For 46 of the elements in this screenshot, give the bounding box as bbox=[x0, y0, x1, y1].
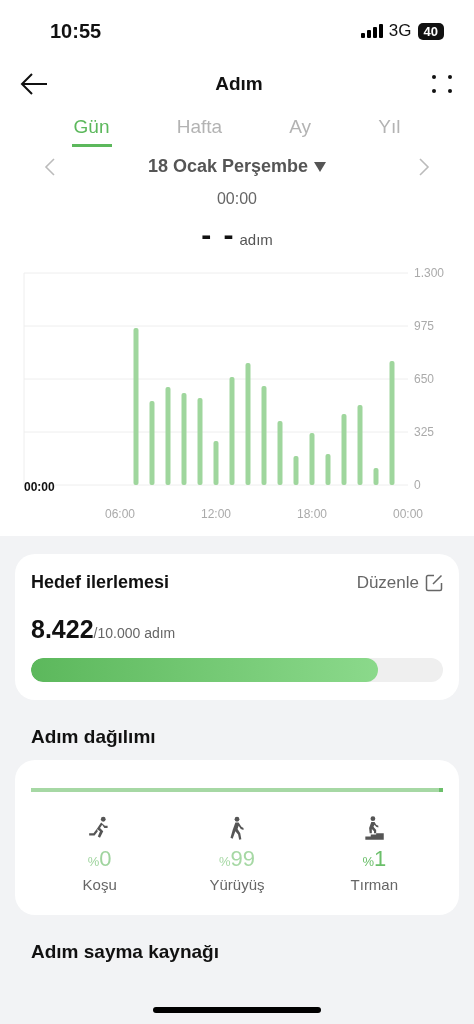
goal-target: /10.000 adım bbox=[93, 625, 176, 641]
bar bbox=[341, 414, 347, 485]
period-tab[interactable]: Gün bbox=[71, 114, 112, 147]
activity-label: Yürüyüş bbox=[209, 876, 265, 893]
bar bbox=[309, 433, 315, 485]
network-type: 3G bbox=[388, 21, 412, 41]
axis-label: 1.300 bbox=[414, 266, 445, 280]
step-unit: adım bbox=[239, 231, 273, 248]
axis-label: 12:00 bbox=[201, 507, 231, 521]
section-title: Adım dağılımı bbox=[30, 725, 157, 749]
axis-label: 650 bbox=[414, 372, 435, 386]
activity-label: Tırman bbox=[350, 876, 399, 893]
period-tab[interactable]: Yıl bbox=[376, 114, 403, 147]
section-title: Adım sayma kaynağı bbox=[30, 940, 220, 964]
signal-icon bbox=[360, 24, 383, 38]
bar bbox=[325, 454, 331, 485]
edit-icon bbox=[425, 573, 443, 592]
percentage: %0 bbox=[87, 846, 112, 872]
percentage: %99 bbox=[218, 846, 255, 872]
percentage: %1 bbox=[362, 846, 387, 872]
card-title: Hedef ilerlemesi bbox=[31, 572, 170, 593]
period-tab[interactable]: Ay bbox=[287, 114, 314, 147]
selected-time: 00:00 bbox=[215, 190, 258, 208]
axis-label: 325 bbox=[414, 425, 435, 439]
status-time: 10:55 bbox=[50, 19, 103, 43]
axis-label: 06:00 bbox=[105, 507, 135, 521]
page-title: Adım bbox=[214, 73, 264, 95]
activity-label: Koşu bbox=[82, 876, 117, 893]
back-button[interactable] bbox=[20, 72, 48, 96]
step-value: - - bbox=[201, 218, 236, 252]
axis-label: 975 bbox=[414, 319, 435, 333]
bar bbox=[293, 455, 299, 485]
more-button[interactable] bbox=[430, 72, 454, 96]
bar bbox=[277, 421, 283, 485]
battery-indicator: 40 bbox=[417, 22, 444, 40]
edit-button[interactable]: Düzenle bbox=[356, 572, 443, 593]
current-steps: 8.422 bbox=[31, 615, 94, 644]
axis-label: 18:00 bbox=[297, 507, 327, 521]
date-selector[interactable]: 18 Ocak Perşembe bbox=[141, 155, 333, 178]
axis-label: 00:00 bbox=[393, 507, 423, 521]
axis-label: 0 bbox=[414, 478, 421, 492]
period-tab[interactable]: Hafta bbox=[174, 114, 225, 147]
bar bbox=[213, 440, 219, 485]
caret-icon bbox=[314, 161, 327, 172]
bar bbox=[373, 468, 379, 485]
chart-cursor-time: 00:00 bbox=[24, 480, 55, 494]
